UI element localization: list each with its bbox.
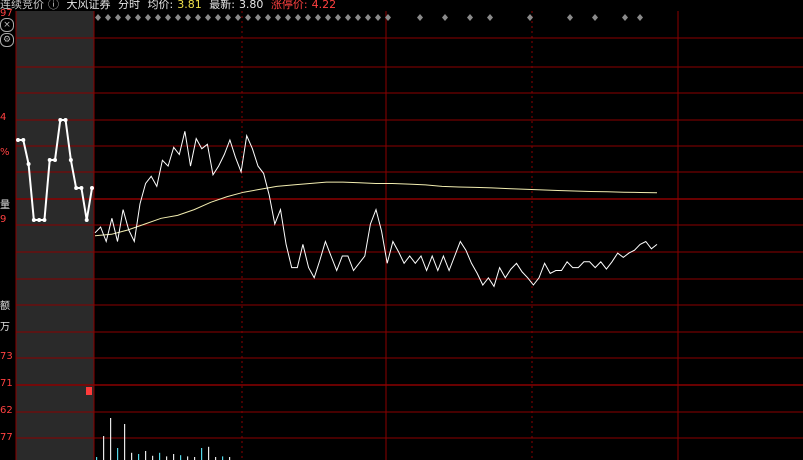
volume-bar — [222, 456, 224, 460]
left-icons: × ⚙ — [0, 18, 14, 48]
diamond-marker — [285, 14, 291, 21]
volume-bar — [138, 454, 140, 460]
volume-bar — [86, 387, 92, 395]
diamond-marker — [135, 14, 141, 21]
settings-icon[interactable]: ⚙ — [0, 33, 14, 47]
volume-bar — [152, 455, 154, 460]
chart-grid — [15, 11, 803, 460]
diamond-marker — [255, 14, 261, 21]
auction-point — [68, 158, 73, 162]
diamond-marker — [417, 14, 423, 21]
diamond-marker — [305, 14, 311, 21]
close-icon[interactable]: × — [0, 18, 14, 32]
latest-value: 3.80 — [238, 0, 264, 11]
volume-bar — [159, 452, 161, 460]
auction-point — [84, 218, 89, 222]
avg-value: 3.81 — [177, 0, 202, 11]
diamond-marker — [175, 14, 181, 21]
diamond-marker — [295, 14, 301, 21]
diamond-marker — [325, 14, 331, 21]
volume-bar — [145, 451, 147, 460]
diamond-marker — [622, 14, 628, 21]
auction-point — [26, 162, 31, 166]
volume-bar — [117, 448, 119, 460]
auction-point — [37, 218, 42, 222]
diamond-marker — [467, 14, 473, 21]
view-label[interactable]: 分时 — [118, 0, 140, 11]
volume-bar — [131, 452, 133, 460]
auction-point — [74, 186, 79, 190]
diamond-marker — [125, 14, 131, 21]
volume-bar — [187, 456, 189, 460]
diamond-marker — [185, 14, 191, 21]
diamond-marker — [335, 14, 341, 21]
diamond-marker — [527, 14, 533, 21]
diamond-marker — [225, 14, 231, 21]
limit-label: 涨停价: — [270, 0, 308, 11]
diamond-marker — [145, 14, 151, 21]
diamond-marker — [245, 14, 251, 21]
diamond-marker — [275, 14, 281, 21]
auction-point — [58, 118, 63, 122]
title-bar: 连续竞价 ⓘ 大风证券 分时 均价: 3.81 最新: 3.80 涨停价: 4.22 — [0, 0, 803, 11]
diamond-marker — [567, 14, 573, 21]
diamond-marker — [215, 14, 221, 21]
auction-point — [53, 158, 57, 162]
auction-point — [21, 138, 26, 142]
volume-bar — [173, 454, 175, 460]
auction-point — [16, 138, 20, 142]
info-icon[interactable]: ⓘ — [48, 0, 59, 11]
auction-point — [79, 186, 84, 190]
volume-bar — [103, 436, 105, 460]
diamond-marker — [487, 14, 493, 21]
auction-point — [42, 218, 47, 222]
volume-bar — [124, 424, 126, 460]
diamond-marker — [637, 14, 643, 21]
volume-bar — [166, 456, 168, 460]
volume-bar — [110, 418, 112, 460]
diamond-markers — [95, 14, 643, 21]
price-line — [94, 131, 658, 288]
volume-bars — [86, 387, 231, 460]
auction-trace — [18, 119, 93, 221]
diamond-marker — [345, 14, 351, 21]
auction-point — [63, 118, 68, 122]
diamond-marker — [155, 14, 161, 21]
mode-label: 连续竞价 — [0, 0, 44, 11]
volume-bar — [201, 448, 203, 460]
diamond-marker — [165, 14, 171, 21]
diamond-marker — [375, 14, 381, 21]
diamond-marker — [235, 14, 241, 21]
volume-bar — [180, 455, 182, 460]
diamond-marker — [365, 14, 371, 21]
limit-value: 4.22 — [311, 0, 337, 11]
auction-point — [47, 158, 52, 162]
diamond-marker — [442, 14, 448, 21]
diamond-marker — [315, 14, 321, 21]
diamond-marker — [95, 14, 101, 21]
latest-label: 最新: — [209, 0, 235, 11]
auction-points — [16, 118, 94, 222]
intraday-chart — [15, 11, 803, 460]
auction-point — [90, 186, 94, 190]
diamond-marker — [355, 14, 361, 21]
avg-label: 均价: — [147, 0, 174, 11]
diamond-marker — [592, 14, 598, 21]
diamond-marker — [115, 14, 121, 21]
diamond-marker — [105, 14, 111, 21]
diamond-marker — [265, 14, 271, 21]
diamond-marker — [205, 14, 211, 21]
volume-bar — [208, 446, 210, 460]
stock-name[interactable]: 大风证券 — [67, 0, 111, 11]
diamond-marker — [195, 14, 201, 21]
auction-point — [31, 218, 36, 222]
